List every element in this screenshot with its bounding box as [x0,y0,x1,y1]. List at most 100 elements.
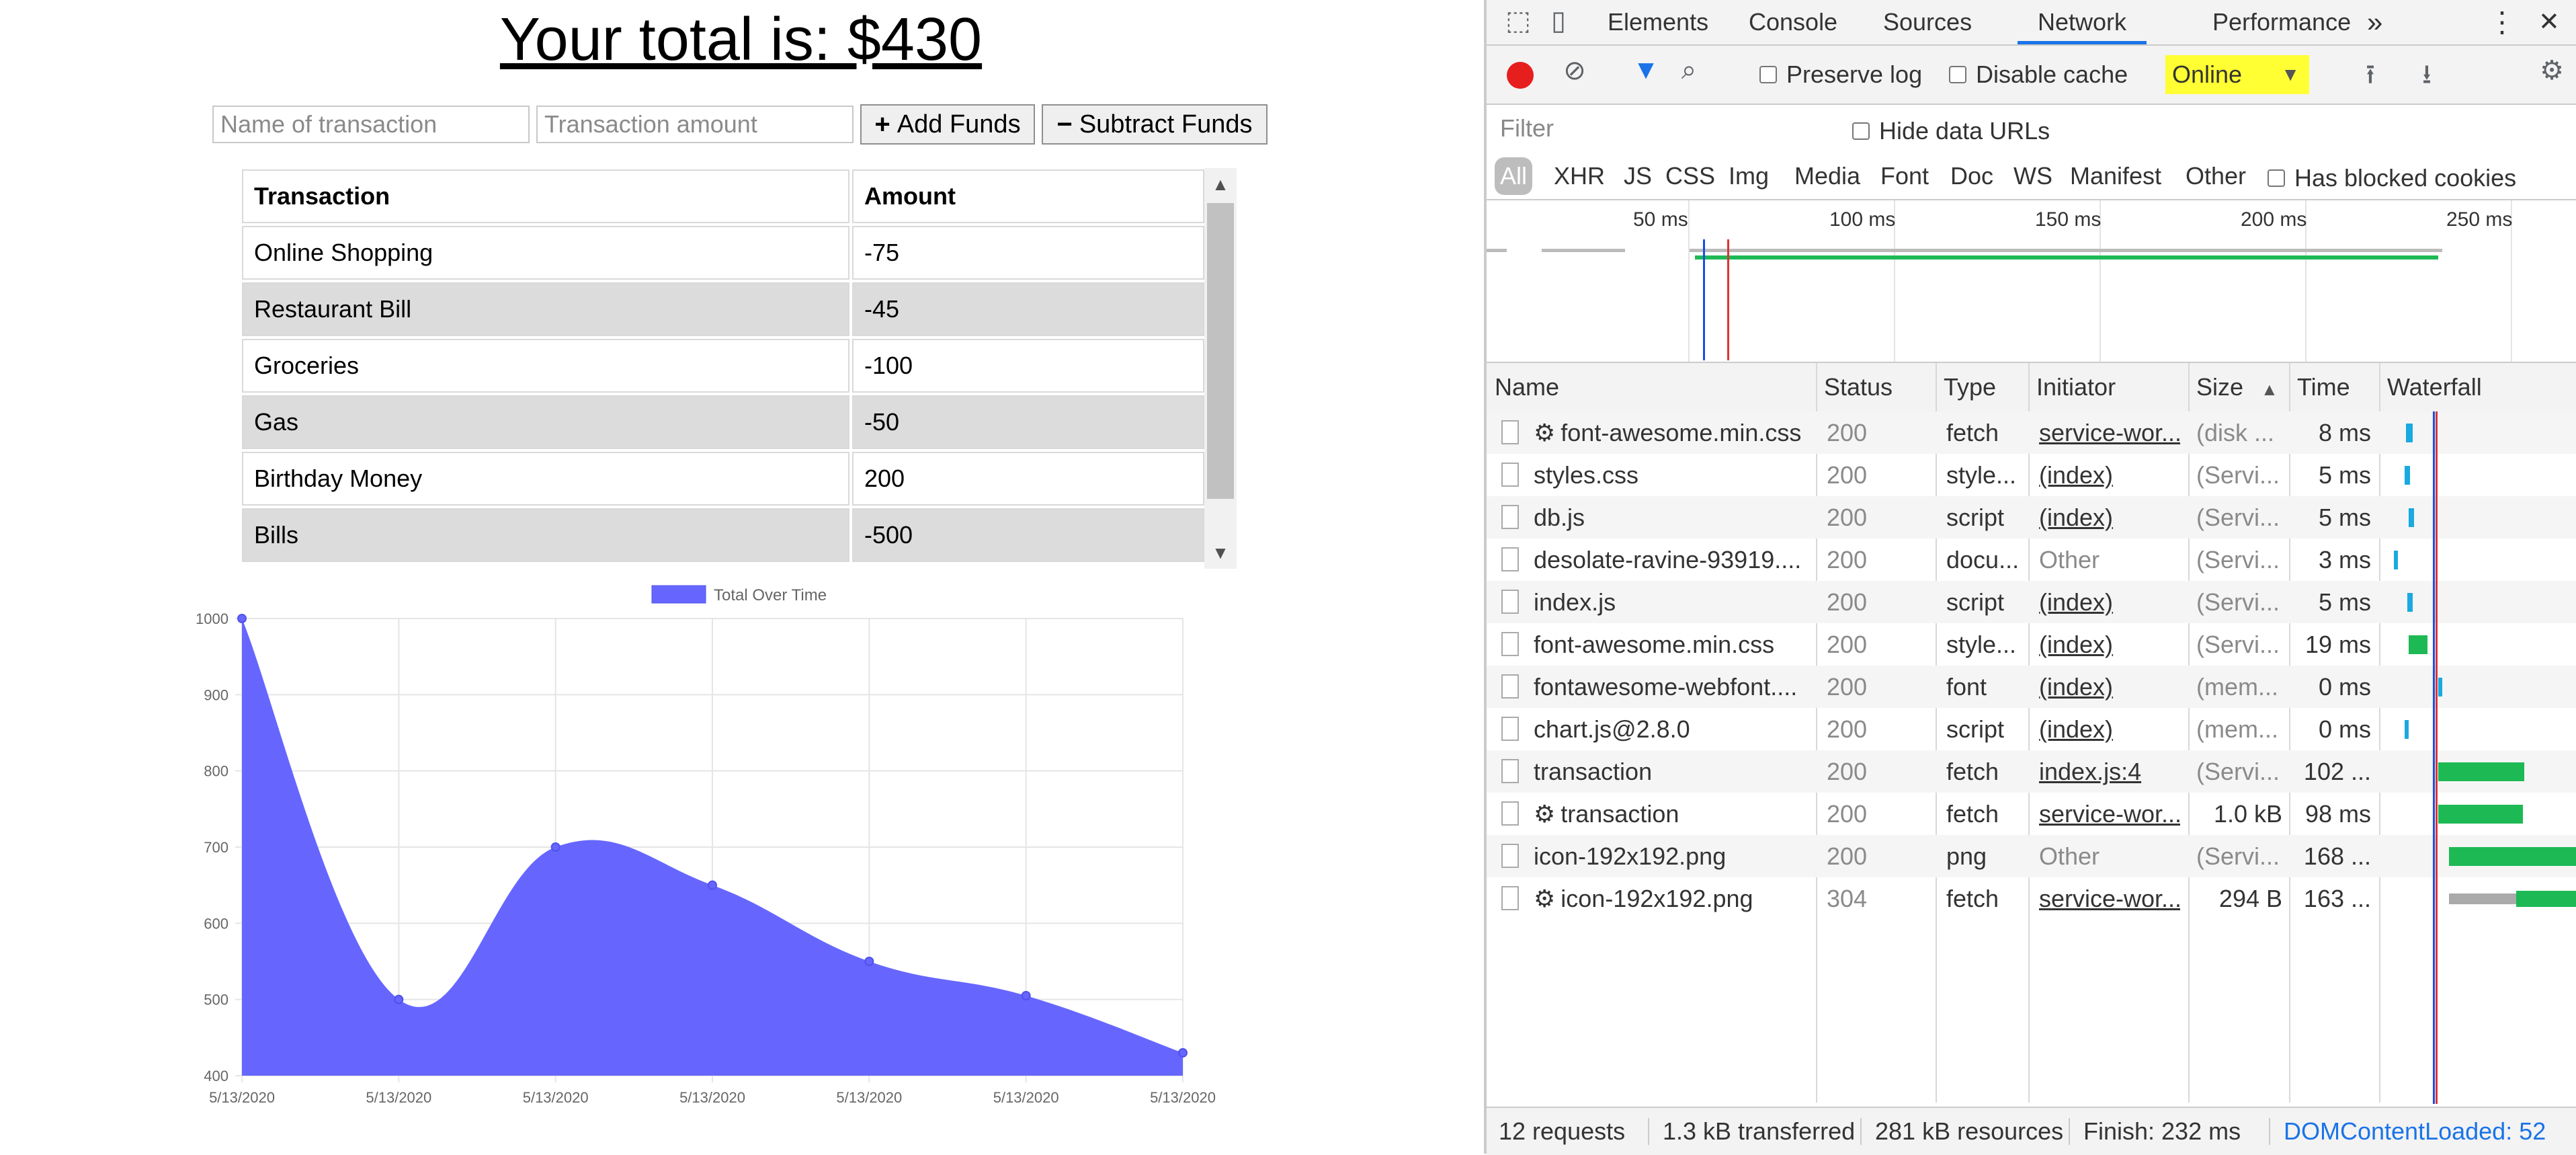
request-initiator[interactable]: (index) [2039,708,2180,750]
checkbox-box[interactable] [2268,169,2285,187]
request-name[interactable]: index.js [1534,581,1809,623]
type-filter-ws[interactable]: WS [2013,157,2052,195]
type-filter-css[interactable]: CSS [1665,157,1715,195]
request-name[interactable]: ⚙ transaction [1534,793,1809,835]
column-type[interactable]: Type [1936,363,1996,411]
request-initiator[interactable]: service-wor... [2039,411,2180,454]
export-har-icon[interactable]: ⭳ [2410,55,2444,101]
column-status[interactable]: Status [1816,363,1893,411]
column-name[interactable]: Name [1487,363,1559,411]
request-row[interactable]: ⚙ font-awesome.min.css 200 fetch service-wor… [1487,411,2576,454]
request-row[interactable]: icon-192x192.png 200 png Other (Servi... 168 … [1487,835,2576,877]
more-tabs-icon[interactable]: » [2367,0,2382,44]
request-initiator[interactable]: (index) [2039,623,2180,666]
request-initiator[interactable]: (index) [2039,666,2180,708]
tab-sources[interactable]: Sources [1883,0,1972,44]
request-name[interactable]: desolate-ravine-93919.... [1534,539,1809,581]
tab-elements[interactable]: Elements [1608,0,1708,44]
request-initiator[interactable]: index.js:4 [2039,750,2180,793]
request-name[interactable]: font-awesome.min.css [1534,623,1809,666]
type-filter-xhr[interactable]: XHR [1554,157,1605,195]
request-initiator[interactable]: service-wor... [2039,877,2180,920]
import-har-icon[interactable]: ⭱ [2354,55,2387,101]
column-waterfall[interactable]: Waterfall [2379,363,2482,411]
search-icon[interactable]: ⌕ [1672,55,1706,85]
scroll-thumb[interactable] [1207,203,1234,499]
type-filter-img[interactable]: Img [1729,157,1769,195]
scroll-up-arrow-icon[interactable]: ▲ [1204,168,1237,200]
request-row[interactable]: index.js 200 script (index) (Servi... 5 ms [1487,581,2576,623]
request-row[interactable]: fontawesome-webfont.... 200 font (index) (me… [1487,666,2576,708]
has-blocked-cookies-checkbox[interactable]: Has blocked cookies [2268,164,2516,192]
request-initiator[interactable]: service-wor... [2039,793,2180,835]
filter-funnel-icon[interactable]: ▼ [1629,55,1663,85]
checkbox-box[interactable] [1852,122,1870,140]
request-type: script [1946,588,2005,616]
checkbox-box[interactable] [1949,66,1966,83]
request-initiator[interactable]: (index) [2039,581,2180,623]
request-row[interactable]: styles.css 200 style... (index) (Servi... 5 m… [1487,454,2576,496]
request-name[interactable]: styles.css [1534,454,1809,496]
request-type: font [1946,673,1987,701]
tab-network[interactable]: Network [2018,0,2147,44]
request-row[interactable]: font-awesome.min.css 200 style... (index) (S… [1487,623,2576,666]
request-size: 294 B [2218,885,2282,912]
transactions-table[interactable]: Transaction Amount Online Shopping -75 R… [242,168,1237,569]
request-row[interactable]: ⚙ transaction 200 fetch service-wor... 1.0 kB… [1487,793,2576,835]
hide-data-urls-checkbox[interactable]: Hide data URLs [1852,117,2050,145]
scroll-down-arrow-icon[interactable]: ▼ [1204,536,1237,569]
clear-icon[interactable]: ⊘ [1558,55,1591,86]
add-funds-button[interactable]: + Add Funds [860,104,1035,145]
request-name[interactable]: ⚙ icon-192x192.png [1534,877,1809,920]
throttling-select[interactable]: Online ▼ [2165,55,2309,94]
document-file-icon [1501,844,1519,868]
device-toolbar-icon[interactable]: ▯ [1542,5,1575,36]
transaction-name-input[interactable] [212,106,530,143]
filter-input[interactable] [1493,109,1829,148]
request-row[interactable]: db.js 200 script (index) (Servi... 5 ms [1487,496,2576,539]
type-filter-font[interactable]: Font [1880,157,1929,195]
type-filter-js[interactable]: JS [1624,157,1652,195]
request-name[interactable]: fontawesome-webfont.... [1534,666,1809,708]
request-initiator[interactable]: (index) [2039,496,2180,539]
table-row: Bills -500 [242,507,1204,563]
devtools-tabbar: ⬚ ▯ Elements Console Sources Network Per… [1487,0,2576,46]
request-row[interactable]: desolate-ravine-93919.... 200 docu... Other… [1487,539,2576,581]
request-name[interactable]: db.js [1534,496,1809,539]
document-file-icon [1501,801,1519,826]
type-filter-manifest[interactable]: Manifest [2070,157,2161,195]
request-initiator[interactable]: (index) [2039,454,2180,496]
request-row[interactable]: ⚙ icon-192x192.png 304 fetch service-wor... 2… [1487,877,2576,920]
request-name[interactable]: transaction [1534,750,1809,793]
type-filter-media[interactable]: Media [1794,157,1860,195]
preserve-log-checkbox[interactable]: Preserve log [1759,61,1922,89]
column-size[interactable]: Size ▲ [2188,363,2278,411]
menu-kebab-icon[interactable]: ⋮ [2488,0,2516,44]
inspect-element-icon[interactable]: ⬚ [1501,5,1535,36]
transaction-name: Birthday Money [242,452,849,506]
transaction-amount-input[interactable] [536,106,854,143]
type-filter-other[interactable]: Other [2186,157,2246,195]
subtract-funds-button[interactable]: − Subtract Funds [1042,104,1268,145]
transaction-amount: -100 [852,339,1204,393]
tab-console[interactable]: Console [1749,0,1837,44]
network-overview-timeline[interactable]: 50 ms 100 ms 150 ms 200 ms 250 ms [1487,200,2576,363]
disable-cache-label: Disable cache [1976,61,2128,88]
request-row[interactable]: chart.js@2.8.0 200 script (index) (mem... 0 m… [1487,708,2576,750]
column-time[interactable]: Time [2289,363,2350,411]
close-icon[interactable]: ✕ [2538,0,2560,44]
network-requests-table[interactable]: Name Status Type Initiator Size ▲ Time W… [1487,363,2576,1104]
request-name[interactable]: ⚙ font-awesome.min.css [1534,411,1809,454]
column-initiator[interactable]: Initiator [2028,363,2116,411]
request-name[interactable]: icon-192x192.png [1534,835,1809,877]
checkbox-box[interactable] [1759,66,1777,83]
request-row[interactable]: transaction 200 fetch index.js:4 (Servi... 10… [1487,750,2576,793]
type-filter-doc[interactable]: Doc [1950,157,1993,195]
tab-performance[interactable]: Performance [2212,0,2351,44]
disable-cache-checkbox[interactable]: Disable cache [1949,61,2128,89]
settings-gear-icon[interactable]: ⚙ [2535,55,2569,86]
record-icon[interactable] [1507,62,1534,89]
request-name[interactable]: chart.js@2.8.0 [1534,708,1809,750]
table-scrollbar[interactable]: ▲ ▼ [1204,168,1237,569]
type-filter-all[interactable]: All [1495,157,1533,195]
